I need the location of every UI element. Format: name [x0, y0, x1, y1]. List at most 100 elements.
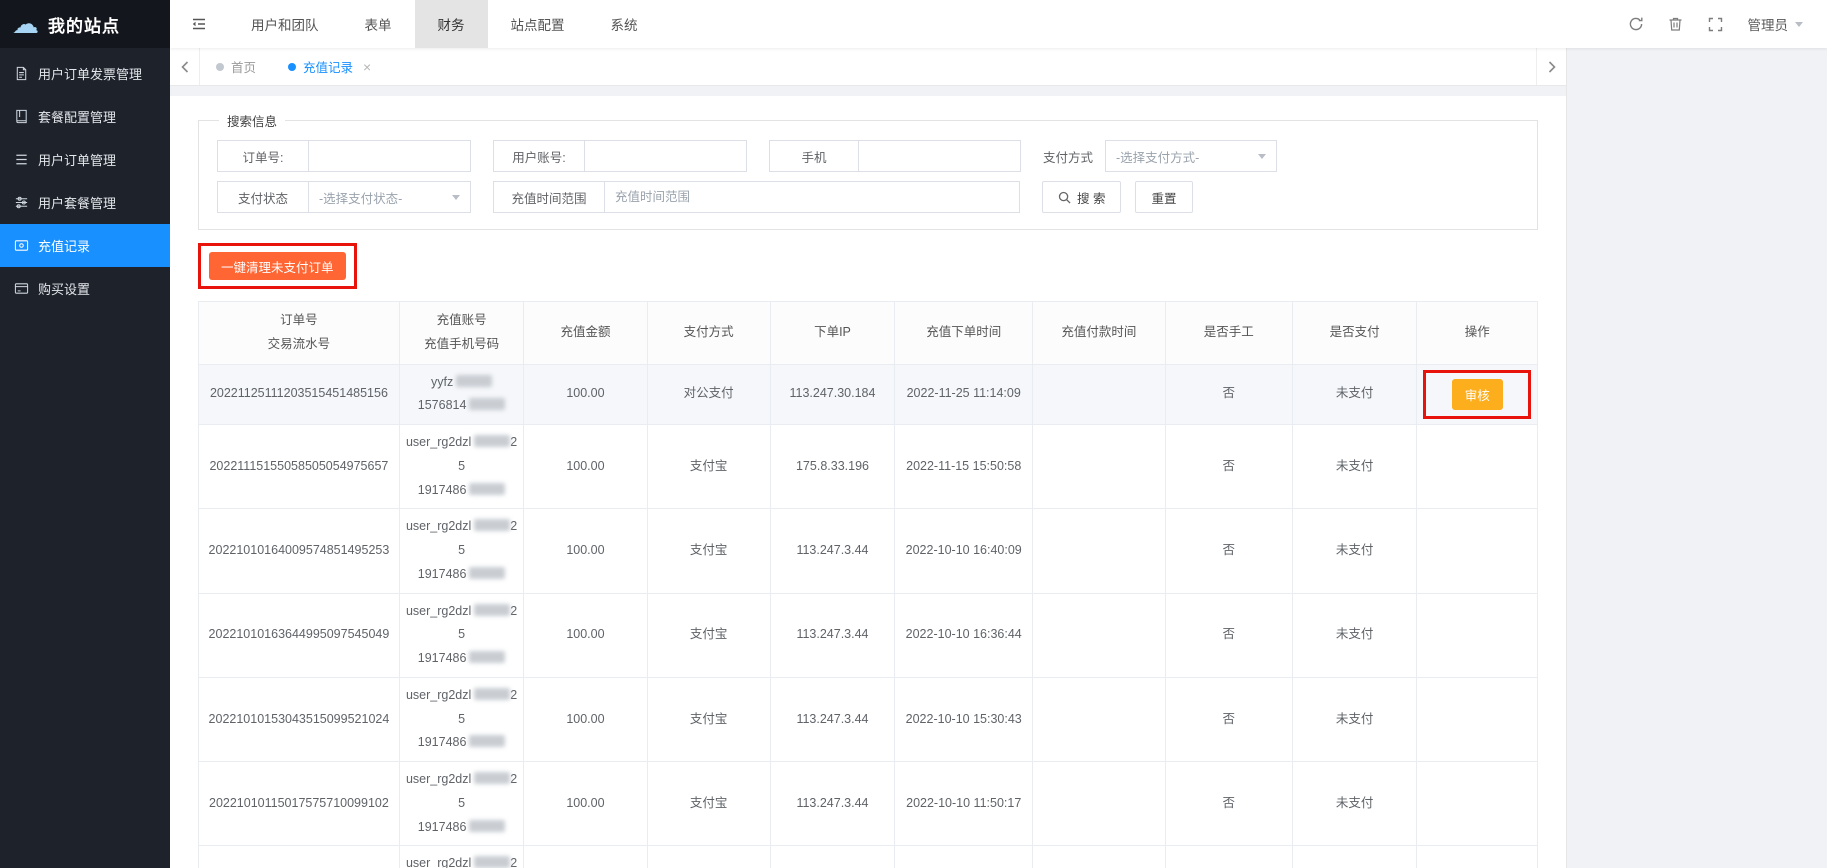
pay-method-cell: 支付宝: [647, 425, 770, 509]
order-no-cell: 20221010164009574851495253: [199, 509, 400, 593]
order-no-cell: 20221125111203515451485156: [199, 364, 400, 425]
pay-status-label: 支付状态: [217, 181, 309, 213]
table-row: 20221010164009574851495253 user_rg2dzl25…: [199, 509, 1538, 593]
pay-method-cell: 支付宝: [647, 846, 770, 868]
action-cell: [1417, 762, 1538, 846]
manual-flag-cell: 否: [1165, 509, 1292, 593]
search-panel-legend: 搜索信息: [219, 111, 285, 130]
pay-time-cell: [1033, 364, 1166, 425]
paid-status-cell: 未支付: [1292, 593, 1417, 677]
account-name: user_rg2dzl25: [406, 852, 518, 868]
nav-system[interactable]: 系统: [588, 0, 661, 48]
nav-label: 系统: [611, 14, 638, 34]
manual-flag-cell: 否: [1165, 593, 1292, 677]
sidebar-item-user-package[interactable]: 用户套餐管理: [0, 181, 170, 224]
amount-cell: 100.00: [524, 677, 647, 761]
recharge-records-table: 订单号交易流水号充值账号充值手机号码充值金额支付方式下单IP充值下单时间充值付款…: [198, 301, 1538, 868]
column-header: 订单号交易流水号: [199, 302, 400, 365]
manual-flag-cell: 否: [1165, 425, 1292, 509]
sliders-icon: [14, 195, 29, 210]
nav-users-teams[interactable]: 用户和团队: [228, 0, 342, 48]
account-cell: user_rg2dzl25 1917486: [399, 509, 524, 593]
order-time-cell: 2022-10-10 11:49:53: [895, 846, 1033, 868]
tabs-scroll-left-icon[interactable]: [170, 48, 200, 85]
order-ip-cell: 113.247.3.44: [770, 677, 895, 761]
chevron-down-icon: [1795, 22, 1803, 27]
column-header: 充值账号充值手机号码: [399, 302, 524, 365]
nav-site-config[interactable]: 站点配置: [488, 0, 588, 48]
clear-unpaid-orders-button[interactable]: 一键清理未支付订单: [209, 252, 346, 280]
account-cell: user_rg2dzl25 1917486: [399, 677, 524, 761]
account-phone: 1917486: [406, 731, 518, 755]
reset-button-label: 重置: [1151, 188, 1176, 207]
search-button-label: 搜 索: [1077, 188, 1105, 207]
order-ip-cell: 113.247.3.44: [770, 846, 895, 868]
sidebar-item-recharge-records[interactable]: 充值记录: [0, 224, 170, 267]
fullscreen-icon[interactable]: [1700, 8, 1732, 40]
account-cell: user_rg2dzl25 1917486: [399, 425, 524, 509]
order-time-cell: 2022-10-10 16:40:09: [895, 509, 1033, 593]
table-row: 20221115155058505054975657 user_rg2dzl25…: [199, 425, 1538, 509]
time-range-input[interactable]: [605, 181, 1020, 213]
book-icon: [14, 109, 29, 124]
paid-status-cell: 未支付: [1292, 846, 1417, 868]
chevron-down-icon: [1258, 154, 1266, 159]
list-icon: [14, 152, 29, 167]
pay-method-value: -选择支付方式-: [1116, 147, 1199, 166]
site-title: 我的站点: [48, 12, 120, 37]
main-area: 用户和团队 表单 财务 站点配置 系统 管理员: [170, 0, 1827, 868]
top-header: 用户和团队 表单 财务 站点配置 系统 管理员: [170, 0, 1827, 48]
manual-flag-cell: 否: [1165, 846, 1292, 868]
sidebar-item-user-order[interactable]: 用户订单管理: [0, 138, 170, 181]
pay-status-select[interactable]: -选择支付状态-: [309, 181, 471, 213]
order-no-input[interactable]: [309, 140, 471, 172]
account-phone: 1917486: [406, 816, 518, 840]
pay-method-select[interactable]: -选择支付方式-: [1105, 140, 1277, 172]
table-row: 20221010163644995097545049 user_rg2dzl25…: [199, 593, 1538, 677]
nav-finance[interactable]: 财务: [415, 0, 488, 48]
column-header: 是否支付: [1292, 302, 1417, 365]
tab-recharge-records[interactable]: 充值记录 ×: [272, 48, 387, 85]
redacted-blur: [474, 856, 510, 868]
paid-status-cell: 未支付: [1292, 425, 1417, 509]
tabs-scroll-right-icon[interactable]: [1536, 48, 1566, 85]
tab-home[interactable]: 首页: [200, 48, 272, 85]
table-row: 20221125111203515451485156 yyfz 1576814 …: [199, 364, 1538, 425]
pay-method-cell: 支付宝: [647, 593, 770, 677]
phone-label: 手机: [769, 140, 859, 172]
sidebar-item-purchase-settings[interactable]: 购买设置: [0, 267, 170, 310]
pay-time-cell: [1033, 593, 1166, 677]
user-account-input[interactable]: [585, 140, 747, 172]
pay-method-cell: 支付宝: [647, 509, 770, 593]
search-button[interactable]: 搜 索: [1042, 181, 1121, 213]
redacted-blur: [469, 651, 505, 663]
sidebar-item-user-order-invoice[interactable]: 用户订单发票管理: [0, 52, 170, 95]
sidebar-item-package-config[interactable]: 套餐配置管理: [0, 95, 170, 138]
manual-flag-cell: 否: [1165, 364, 1292, 425]
nav-forms[interactable]: 表单: [342, 0, 415, 48]
action-cell: [1417, 846, 1538, 868]
redacted-blur: [456, 375, 492, 387]
action-cell: [1417, 425, 1538, 509]
audit-button[interactable]: 审核: [1452, 379, 1503, 410]
page-wrapper: 首页 充值记录 × 搜索信息 订单号:: [170, 48, 1567, 868]
refresh-icon[interactable]: [1620, 8, 1652, 40]
admin-label: 管理员: [1748, 14, 1789, 34]
amount-cell: 100.00: [524, 425, 647, 509]
nav-label: 表单: [365, 14, 392, 34]
trash-icon[interactable]: [1660, 8, 1692, 40]
order-ip-cell: 175.8.33.196: [770, 425, 895, 509]
collapse-sidebar-icon[interactable]: [170, 0, 228, 48]
order-no-cell: 20221115155058505054975657: [199, 425, 400, 509]
sidebar-item-label: 套餐配置管理: [38, 107, 116, 126]
close-tab-icon[interactable]: ×: [363, 60, 371, 74]
admin-menu[interactable]: 管理员: [1740, 14, 1812, 34]
content-gap: [170, 86, 1566, 96]
reset-button[interactable]: 重置: [1135, 181, 1192, 213]
phone-input[interactable]: [859, 140, 1021, 172]
redacted-blur: [469, 567, 505, 579]
order-ip-cell: 113.247.3.44: [770, 593, 895, 677]
sidebar: ☁ 我的站点 用户订单发票管理 套餐配置管理 用户订单管理 用户套餐管理 充值记…: [0, 0, 170, 868]
user-account-label: 用户账号:: [493, 140, 585, 172]
nav-label: 财务: [438, 14, 465, 34]
